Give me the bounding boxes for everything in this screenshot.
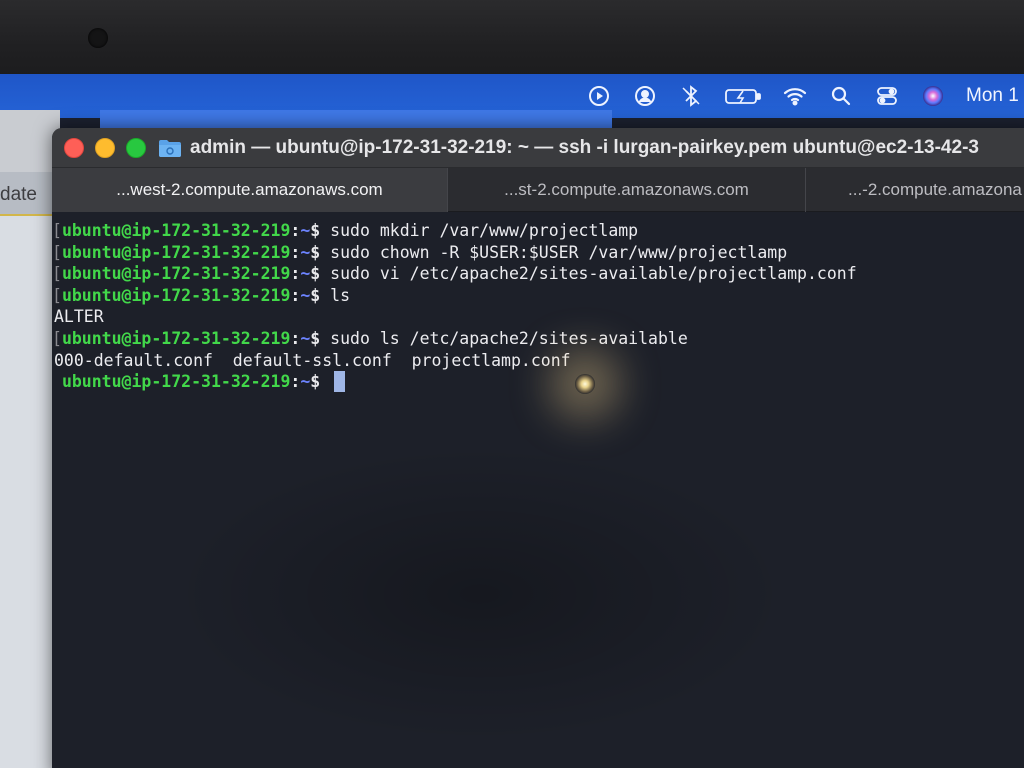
close-button[interactable]	[64, 137, 84, 158]
background-window[interactable]: date	[0, 110, 60, 768]
user-circle-icon[interactable]	[632, 83, 658, 109]
minimize-button[interactable]	[95, 137, 115, 158]
prompt-user-host: ubuntu@ip-172-31-32-219	[61, 328, 291, 348]
prompt-colon: :	[290, 264, 301, 284]
text-cursor	[334, 371, 346, 393]
command-text: sudo mkdir /var/www/projectlamp	[330, 221, 639, 240]
battery-icon[interactable]	[724, 83, 762, 109]
command-text: ls	[330, 285, 351, 305]
prompt-user-host: ubuntu@ip-172-31-32-219	[61, 221, 291, 240]
prompt-symbol: $	[310, 328, 321, 348]
laptop-bezel	[0, 0, 1024, 78]
terminal-output[interactable]: [ubuntu@ip-172-31-32-219:~$ sudo mkdir /…	[52, 212, 1024, 768]
prompt-symbol: $	[310, 285, 321, 305]
siri-icon[interactable]	[920, 83, 946, 109]
prompt-path: ~	[300, 328, 311, 348]
prompt-colon: :	[290, 372, 301, 392]
output-text: 000-default.conf default-ssl.conf projec…	[54, 350, 571, 370]
command-text: sudo ls /etc/apache2/sites-available	[330, 328, 688, 348]
terminal-window[interactable]: admin — ubuntu@ip-172-31-32-219: ~ — ssh…	[52, 128, 1024, 768]
prompt-user-host: ubuntu@ip-172-31-32-219	[61, 372, 291, 392]
prompt-colon: :	[290, 221, 301, 240]
output-text: ALTER	[54, 307, 104, 327]
webcam	[88, 28, 108, 48]
prompt-colon: :	[290, 328, 301, 348]
command-line: [ubuntu@ip-172-31-32-219:~$ sudo vi /etc…	[52, 263, 1024, 285]
menu-bar-clock[interactable]: Mon 1	[966, 85, 1024, 107]
tab-session-3[interactable]: ...-2.compute.amazona	[806, 168, 1024, 212]
command-line: [ubuntu@ip-172-31-32-219:~$ sudo mkdir /…	[52, 220, 1024, 242]
zoom-button[interactable]	[126, 137, 146, 158]
line-marker: [	[52, 221, 62, 240]
command-line: ubuntu@ip-172-31-32-219:~$	[52, 371, 1024, 393]
prompt-user-host: ubuntu@ip-172-31-32-219	[61, 285, 291, 305]
background-window-label: date	[0, 172, 60, 216]
prompt-symbol: $	[310, 221, 321, 240]
tab-session-1[interactable]: ...west-2.compute.amazonaws.com	[52, 168, 448, 212]
prompt-path: ~	[300, 285, 311, 305]
prompt-colon: :	[290, 242, 301, 262]
prompt-user-host: ubuntu@ip-172-31-32-219	[61, 242, 291, 262]
search-icon[interactable]	[828, 83, 854, 109]
terminal-tab-bar: ...west-2.compute.amazonaws.com ...st-2.…	[52, 168, 1024, 212]
output-line: ALTER	[52, 306, 1024, 328]
window-title: admin — ubuntu@ip-172-31-32-219: ~ — ssh…	[190, 136, 979, 158]
background-window-edge	[100, 110, 612, 130]
prompt-symbol: $	[310, 242, 321, 262]
command-text: sudo vi /etc/apache2/sites-available/pro…	[330, 264, 857, 284]
wifi-icon[interactable]	[782, 83, 808, 109]
play-circle-icon[interactable]	[586, 83, 612, 109]
folder-icon	[159, 139, 181, 157]
prompt-path: ~	[300, 242, 311, 262]
prompt-path: ~	[300, 221, 311, 240]
prompt-colon: :	[290, 285, 301, 305]
prompt-user-host: ubuntu@ip-172-31-32-219	[61, 264, 291, 284]
line-marker: [	[52, 242, 62, 262]
bluetooth-icon[interactable]	[678, 83, 704, 109]
line-marker: [	[52, 264, 62, 284]
prompt-path: ~	[300, 264, 311, 284]
line-marker: [	[52, 285, 62, 305]
command-line: [ubuntu@ip-172-31-32-219:~$ sudo ls /etc…	[52, 328, 1024, 350]
prompt-path: ~	[300, 372, 311, 392]
background-window-header	[0, 110, 60, 172]
tab-session-2[interactable]: ...st-2.compute.amazonaws.com	[448, 168, 806, 212]
prompt-symbol: $	[310, 372, 321, 392]
control-center-icon[interactable]	[874, 83, 900, 109]
screen: Mon 1 date admin — ubuntu@ip-172-31-32-2…	[0, 74, 1024, 768]
prompt-symbol: $	[310, 264, 321, 284]
command-line: [ubuntu@ip-172-31-32-219:~$ sudo chown -…	[52, 242, 1024, 264]
command-text: sudo chown -R $USER:$USER /var/www/proje…	[330, 242, 788, 262]
output-line: 000-default.conf default-ssl.conf projec…	[52, 350, 1024, 372]
command-line: [ubuntu@ip-172-31-32-219:~$ ls	[52, 285, 1024, 307]
line-marker: [	[52, 328, 62, 348]
line-marker	[52, 372, 62, 391]
terminal-titlebar[interactable]: admin — ubuntu@ip-172-31-32-219: ~ — ssh…	[52, 128, 1024, 168]
window-controls	[64, 137, 146, 158]
